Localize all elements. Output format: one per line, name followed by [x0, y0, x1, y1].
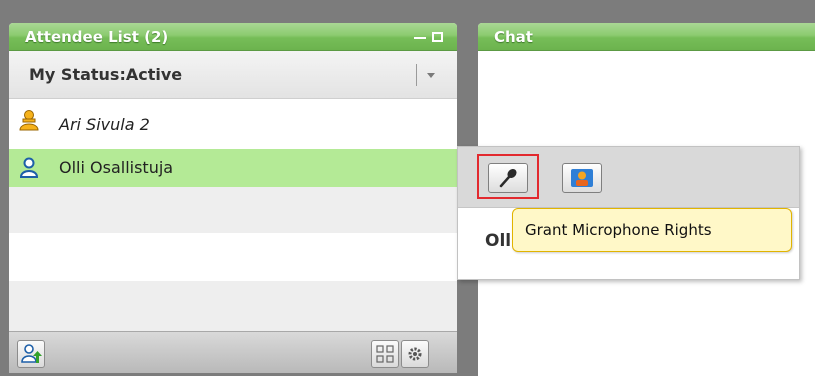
empty-row [9, 281, 457, 331]
layout-button[interactable] [371, 340, 399, 368]
attendee-list-titlebar: Attendee List (2) [9, 23, 457, 51]
attendee-row-selected[interactable]: Olli Osallistuja [9, 149, 457, 187]
chevron-down-icon[interactable] [427, 73, 435, 78]
microphone-icon [499, 168, 517, 188]
maximize-icon[interactable] [432, 32, 443, 42]
chat-titlebar: Chat [478, 23, 815, 51]
dropdown-separator [416, 64, 417, 86]
grant-webcam-button[interactable] [562, 163, 602, 193]
webcam-icon [571, 169, 593, 187]
popup-toolbar [458, 147, 799, 208]
attendee-toolbar [9, 331, 457, 373]
attendee-name: Olli Osallistuja [59, 158, 174, 177]
host-user-icon [19, 110, 39, 131]
microphone-rights-tooltip: Grant Microphone Rights [512, 208, 792, 252]
attendee-name: Ari Sivula 2 [59, 115, 150, 134]
participant-user-icon [19, 157, 39, 178]
attendee-list-title: Attendee List (2) [25, 28, 169, 46]
minimize-icon[interactable] [414, 37, 426, 39]
gear-icon [408, 347, 422, 361]
window-controls [414, 23, 443, 51]
layout-icon [376, 345, 394, 363]
chat-title: Chat [494, 28, 533, 46]
upload-user-icon [21, 344, 42, 363]
my-status-dropdown[interactable]: My Status:Active [9, 51, 457, 99]
my-status-label: My Status:Active [29, 65, 183, 84]
empty-row [9, 187, 457, 233]
grant-microphone-button[interactable] [488, 163, 528, 193]
attendee-row[interactable]: Ari Sivula 2 [9, 101, 457, 149]
attendee-list-panel: Attendee List (2) My Status:Active Ari S… [9, 23, 457, 373]
settings-button[interactable] [401, 340, 429, 368]
upload-user-button[interactable] [17, 340, 45, 368]
empty-row [9, 233, 457, 281]
